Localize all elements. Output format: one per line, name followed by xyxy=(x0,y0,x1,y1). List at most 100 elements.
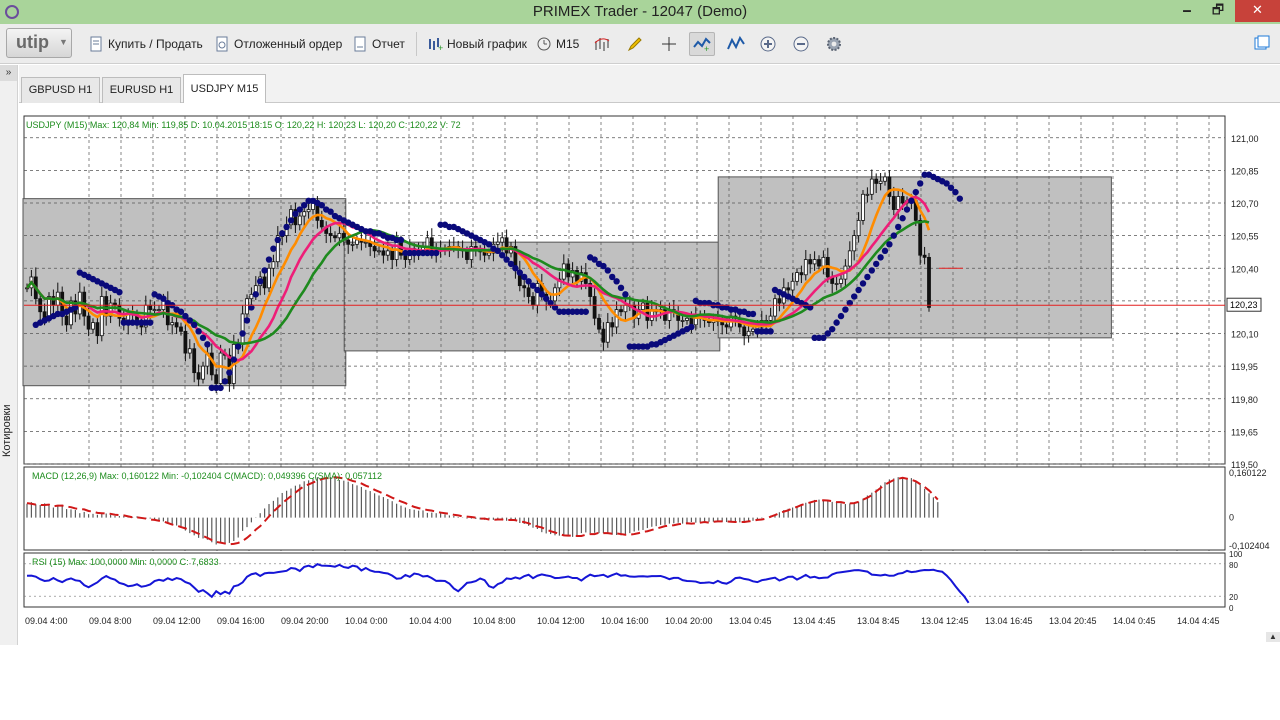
candle-body xyxy=(271,261,276,269)
indicators-list-tool[interactable] xyxy=(723,32,749,56)
price-tick-label: 120,55 xyxy=(1231,232,1259,242)
crosshair-tool[interactable] xyxy=(656,32,682,56)
sar-dot xyxy=(274,236,281,244)
time-tick-label: 10.04 8:00 xyxy=(473,616,516,626)
sar-dot xyxy=(257,278,264,285)
macd-max-label: 0,160122 xyxy=(1229,468,1267,478)
sar-dot xyxy=(890,232,897,239)
time-tick-label: 09.04 4:00 xyxy=(25,616,68,626)
indicator-line-icon: + xyxy=(693,37,711,53)
sar-dot xyxy=(261,267,268,274)
candle-body xyxy=(526,287,531,297)
caret-down-icon: ▼ xyxy=(59,37,68,47)
time-tick-label: 13.04 0:45 xyxy=(729,616,772,626)
zoom-in-tool[interactable] xyxy=(755,32,781,56)
candle-body xyxy=(104,296,109,317)
time-tick-label: 13.04 4:45 xyxy=(793,616,836,626)
time-tick-label: 09.04 16:00 xyxy=(217,616,265,626)
draw-pencil-tool[interactable] xyxy=(622,32,648,56)
sar-dot xyxy=(613,278,620,285)
maximize-button[interactable]: 🗗 xyxy=(1203,0,1233,22)
candle-body xyxy=(821,256,826,267)
svg-text:+: + xyxy=(704,44,709,53)
sar-dot xyxy=(239,330,246,337)
candle-body xyxy=(385,250,390,256)
candle-body xyxy=(95,322,100,337)
buy-sell-label: Купить / Продать xyxy=(108,37,203,51)
tab-eurusd[interactable]: EURUSD H1 xyxy=(102,77,181,103)
candle-body xyxy=(900,196,905,204)
sar-dot xyxy=(147,319,154,326)
settings-tool[interactable] xyxy=(821,32,847,56)
time-tick-label: 10.04 16:00 xyxy=(601,616,649,626)
tab-gbpusd[interactable]: GBPUSD H1 xyxy=(21,77,100,103)
quotes-sidebar-label[interactable]: Котировки xyxy=(1,404,13,457)
chart-canvas[interactable]: 121,00120,85120,70120,55120,40120,25120,… xyxy=(19,104,1280,644)
chart-info-line: USDJPY (M15) Max: 120,84 Min: 119,85 D: … xyxy=(26,120,461,130)
candle-body xyxy=(610,322,615,328)
candle-body xyxy=(847,250,852,267)
candle-body xyxy=(381,250,386,256)
candle-body xyxy=(883,176,887,182)
candle-body xyxy=(64,315,69,326)
price-tick-label: 120,10 xyxy=(1231,330,1259,340)
bar-chart-type-tool[interactable] xyxy=(589,32,615,56)
candle-body xyxy=(865,193,870,196)
candle-body xyxy=(592,296,597,319)
candle-body xyxy=(531,296,535,306)
sar-dot xyxy=(230,356,237,363)
expand-icon[interactable]: » xyxy=(0,65,17,81)
zoom-in-icon xyxy=(760,36,776,52)
sar-dot xyxy=(617,284,625,292)
chart-area[interactable]: 121,00120,85120,70120,55120,40120,25120,… xyxy=(19,104,1280,644)
report-button[interactable]: Отчет xyxy=(352,32,405,56)
report-label: Отчет xyxy=(372,37,405,51)
tab-usdjpy[interactable]: USDJPY M15 xyxy=(183,74,266,103)
current-price-label: 120,23 xyxy=(1230,300,1258,310)
candle-body xyxy=(641,302,645,310)
price-tick-label: 119,80 xyxy=(1231,395,1258,405)
candle-body xyxy=(839,278,843,284)
sar-dot xyxy=(252,291,259,298)
candle-body xyxy=(245,298,249,315)
candle-body xyxy=(377,250,381,253)
pending-order-button[interactable]: Отложенный ордер xyxy=(214,32,342,56)
candle-body xyxy=(91,322,95,330)
time-tick-label: 14.04 0:45 xyxy=(1113,616,1156,626)
timeframe-button[interactable]: M15 xyxy=(536,32,579,56)
sar-dot xyxy=(864,273,871,281)
sar-dot xyxy=(217,384,224,392)
candle-body xyxy=(99,296,104,337)
new-chart-icon: + xyxy=(429,38,443,52)
new-chart-button[interactable]: + Новый график xyxy=(427,32,527,56)
sar-dot xyxy=(283,223,290,231)
time-tick-label: 13.04 16:45 xyxy=(985,616,1033,626)
sar-dot xyxy=(204,341,211,348)
price-tick-label: 120,85 xyxy=(1231,166,1259,176)
sar-dot xyxy=(881,247,889,255)
macd-zero-label: 0 xyxy=(1229,513,1234,523)
sar-dot xyxy=(116,288,123,296)
candle-body xyxy=(201,365,205,380)
utip-menu-button[interactable]: utip ▼ xyxy=(6,28,72,58)
candle-body xyxy=(372,246,377,252)
candle-body xyxy=(297,215,302,226)
sar-dot xyxy=(235,343,242,350)
sar-dot xyxy=(873,260,880,268)
sar-dot xyxy=(199,334,207,342)
candle-body xyxy=(425,237,430,247)
buy-sell-button[interactable]: Купить / Продать xyxy=(88,32,203,56)
rsi-tick-label: 0 xyxy=(1229,604,1234,613)
candle-body xyxy=(799,272,804,276)
candle-body xyxy=(808,259,813,265)
zoom-out-tool[interactable] xyxy=(788,32,814,56)
window-layout-icon[interactable] xyxy=(1253,34,1271,52)
candle-body xyxy=(187,348,192,354)
close-button[interactable]: ✕ xyxy=(1235,0,1280,22)
minimize-button[interactable]: 🗕 xyxy=(1172,0,1202,22)
indicators-tool[interactable]: + xyxy=(689,32,715,56)
scroll-up-icon[interactable]: ▲ xyxy=(1266,632,1280,642)
candle-body xyxy=(535,283,540,306)
candle-body xyxy=(363,241,368,244)
candle-body xyxy=(685,317,689,321)
